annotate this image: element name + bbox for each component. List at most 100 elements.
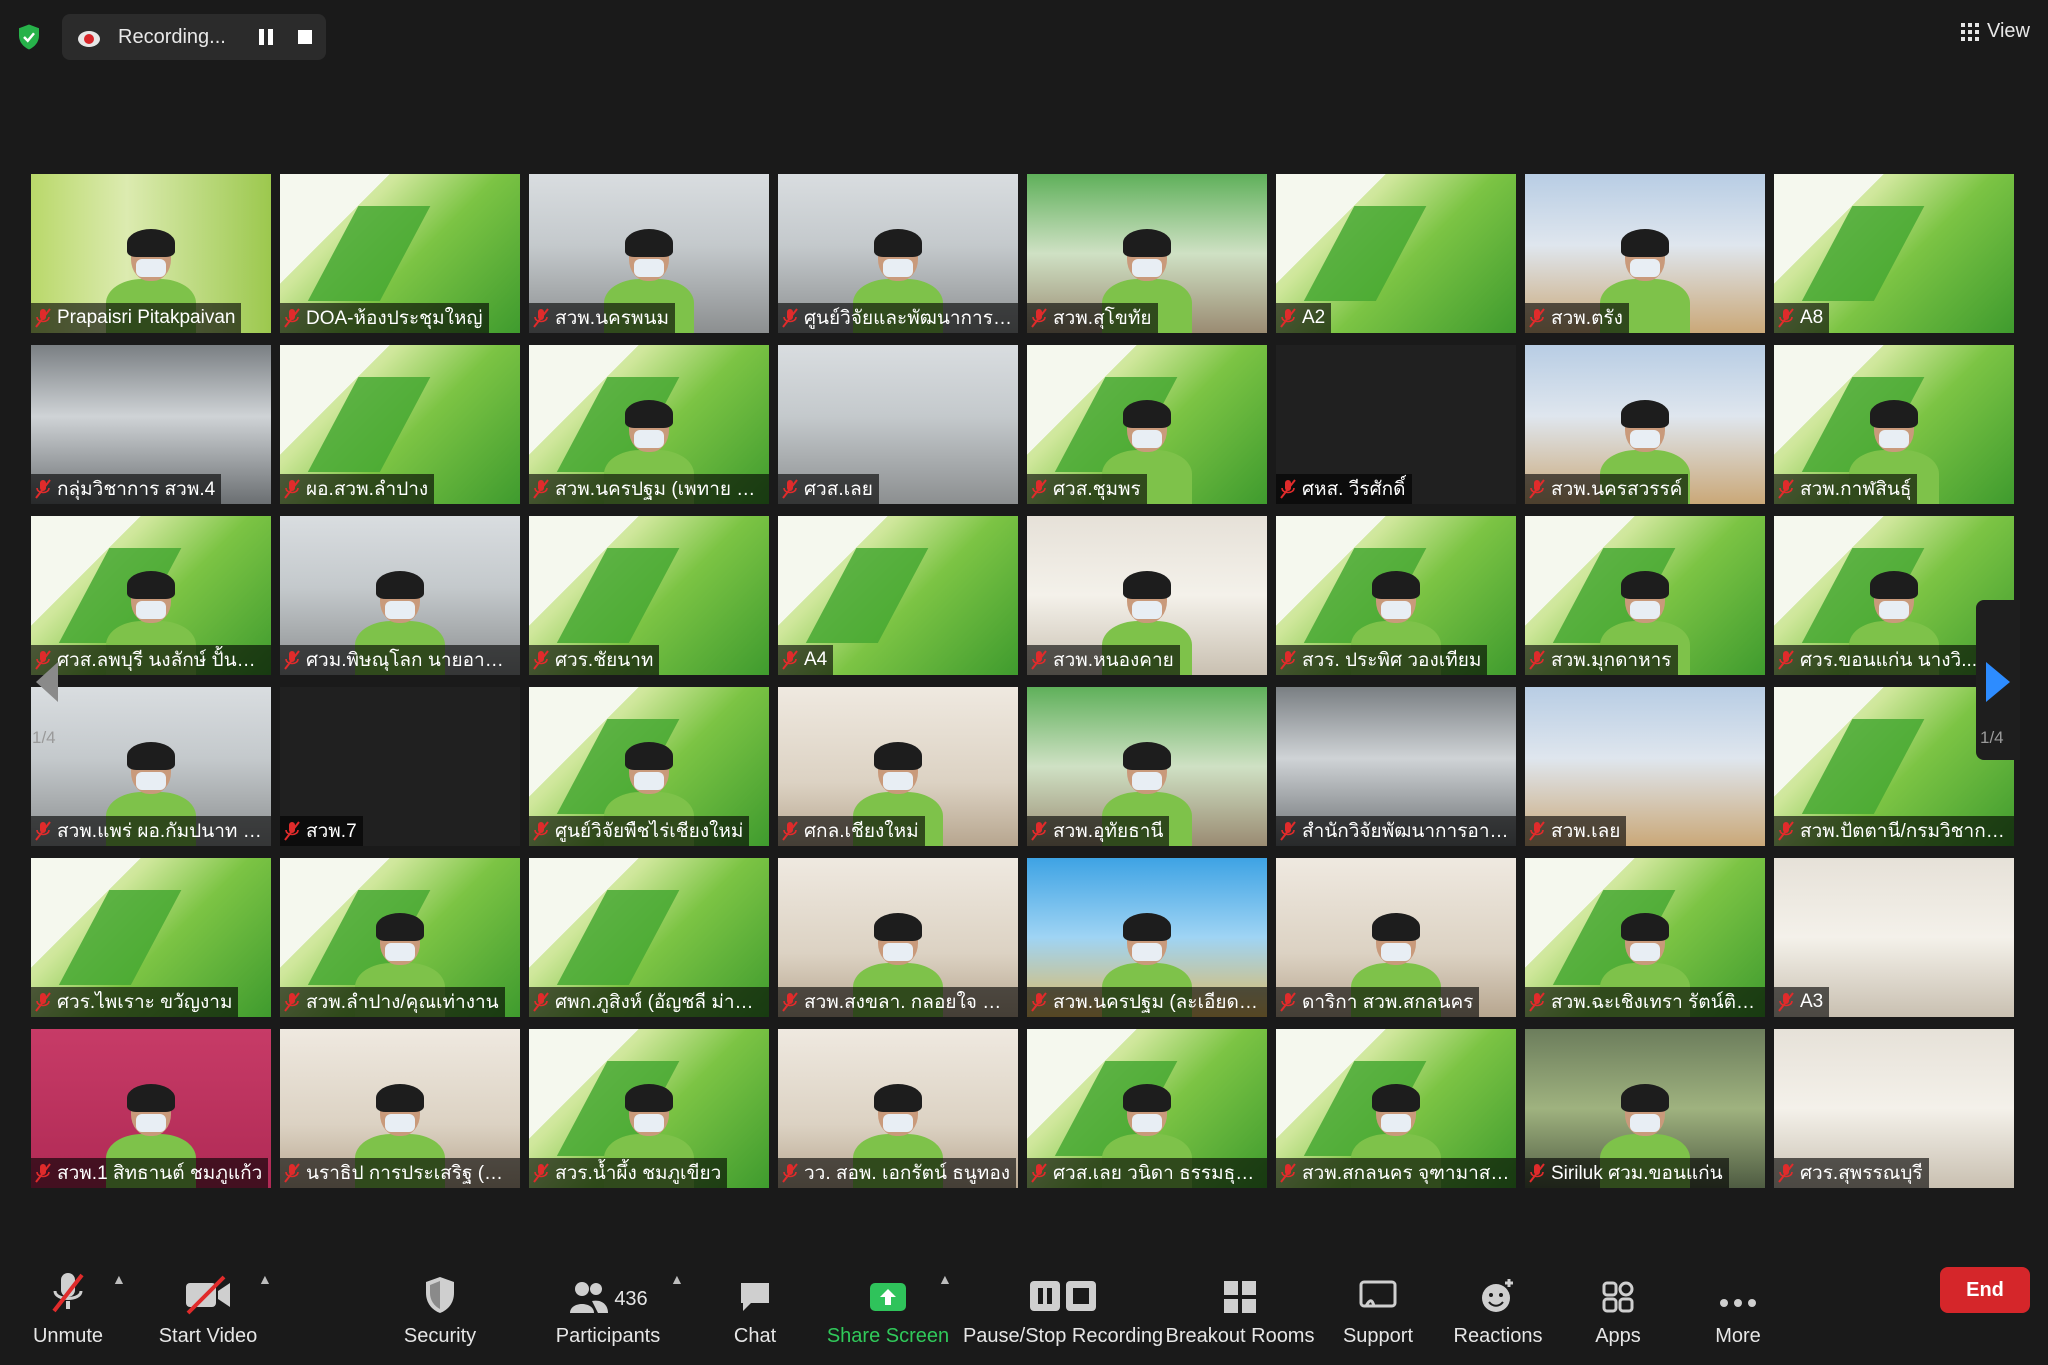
pause-recording-icon[interactable] (256, 27, 276, 47)
unmute-label: Unmute (32, 1325, 104, 1347)
start-video-button[interactable]: Start Video (158, 1245, 258, 1365)
participant-video-tile[interactable]: สวร.น้ำผึ้ง ชมภูเขียว (529, 1029, 769, 1188)
chat-button[interactable]: Chat (715, 1245, 795, 1365)
apps-button[interactable]: Apps (1584, 1245, 1652, 1365)
participant-video-tile[interactable]: สวพ.7 (280, 687, 520, 846)
participant-name: ศวม.พิษณุโลก นายอานน... (306, 650, 514, 671)
participant-video-tile[interactable]: A2 (1276, 174, 1516, 333)
share-options-caret-icon[interactable]: ▲ (938, 1271, 952, 1287)
participant-video-tile[interactable]: สวพ.สงขลา. กลอยใจ คงจิ... (778, 858, 1018, 1017)
video-options-caret-icon[interactable]: ▲ (258, 1271, 272, 1287)
participant-video-tile[interactable]: สวพ.นครสวรรค์ (1525, 345, 1765, 504)
participant-video-tile[interactable]: สวพ.ฉะเชิงเทรา รัตน์ติยา ... (1525, 858, 1765, 1017)
recording-cloud-icon (78, 31, 100, 47)
participant-video-tile[interactable]: วว. สอพ. เอกรัตน์ ธนูทอง (778, 1029, 1018, 1188)
participant-video-tile[interactable]: สวพ.กาฬสินธุ์ (1774, 345, 2014, 504)
meeting-toolbar: Unmute ▲ Start Video ▲ Security 436 Part… (0, 1245, 2048, 1365)
participant-name-label: สวพ.แพร่ ผอ.กัมปนาท บุ... (31, 816, 271, 846)
audio-options-caret-icon[interactable]: ▲ (112, 1271, 126, 1287)
participant-video-tile[interactable]: ผอ.สวพ.ลำปาง (280, 345, 520, 504)
participant-video-tile[interactable]: ศวร.ไพเราะ ขวัญงาม (31, 858, 271, 1017)
security-button[interactable]: Security (390, 1245, 490, 1365)
participant-video-tile[interactable]: สวพ.นครปฐม (เพทาย กา... (529, 345, 769, 504)
participant-video-tile[interactable]: ศูนย์วิจัยพืชไร่เชียงใหม่ (529, 687, 769, 846)
participant-video-tile[interactable]: สวพ.1 สิทธานต์ ชมภูแก้ว (31, 1029, 271, 1188)
participant-video-tile[interactable]: สวพ.อุทัยธานี (1027, 687, 1267, 846)
participant-video-tile[interactable]: ศพก.ภูสิงห์ (อัญชลี ม่าน... (529, 858, 769, 1017)
participant-video-tile[interactable]: ศวร.ชัยนาท (529, 516, 769, 675)
participant-name: ศวร.ไพเราะ ขวัญงาม (57, 992, 233, 1013)
participant-name-label: สวพ.นครปฐม (เพทาย กา... (529, 474, 769, 504)
participant-video-tile[interactable]: สวพ.สุโขทัย (1027, 174, 1267, 333)
participant-video-tile[interactable]: สวพ.สกลนคร จุฑามาส ส... (1276, 1029, 1516, 1188)
reactions-label: Reactions (1453, 1325, 1543, 1347)
participant-name: วว. สอพ. เอกรัตน์ ธนูทอง (804, 1163, 1011, 1184)
participant-video-tile[interactable]: กลุ่มวิชาการ สวพ.4 (31, 345, 271, 504)
participant-video-tile[interactable]: ศหส. วีรศักดิ์ (1276, 345, 1516, 504)
muted-mic-icon (1529, 992, 1545, 1012)
participant-video-tile[interactable]: Siriluk ศวม.ขอนแก่น (1525, 1029, 1765, 1188)
stop-recording-icon[interactable] (296, 28, 314, 46)
participant-video-tile[interactable]: ศกล.เชียงใหม่ (778, 687, 1018, 846)
participant-video-tile[interactable]: A8 (1774, 174, 2014, 333)
participant-name: สำนักวิจัยพัฒนาการอารั... (1302, 821, 1510, 842)
participant-name-label: นราธิป การประเสริฐ (กผ... (280, 1158, 520, 1188)
participant-name: ศวส.เลย วนิดา ธรรมธุระส... (1053, 1163, 1261, 1184)
unmute-button[interactable]: Unmute (28, 1245, 108, 1365)
participant-video-tile[interactable]: ศูนย์วิจัยและพัฒนาการเก... (778, 174, 1018, 333)
participant-video-tile[interactable]: สวพ.ลำปาง/คุณเท่างาน (280, 858, 520, 1017)
participant-name: ศวร.สุพรรณบุรี (1800, 1163, 1923, 1184)
participants-options-caret-icon[interactable]: ▲ (670, 1271, 684, 1287)
participant-name-label: สวพ.เลย (1525, 816, 1627, 846)
participant-video-tile[interactable]: สวร. ประพิศ วองเทียม (1276, 516, 1516, 675)
muted-mic-icon (1529, 821, 1545, 841)
participant-name: สวพ.ตรัง (1551, 308, 1623, 329)
participant-name-label: สวพ.สุโขทัย (1027, 303, 1158, 333)
participant-video-tile[interactable]: DOA-ห้องประชุมใหญ่ (280, 174, 520, 333)
participant-video-tile[interactable]: ศวร.สุพรรณบุรี (1774, 1029, 2014, 1188)
participant-name: สวพ.ลำปาง/คุณเท่างาน (306, 992, 499, 1013)
muted-mic-icon (284, 821, 300, 841)
participant-name: สวพ.นครปฐม (ละเอียด ปั้... (1053, 992, 1261, 1013)
reactions-button[interactable]: Reactions (1448, 1245, 1548, 1365)
participant-video-tile[interactable]: ดาริกา สวพ.สกลนคร (1276, 858, 1516, 1017)
participant-name: ศูนย์วิจัยพืชไร่เชียงใหม่ (555, 821, 744, 842)
participant-video-tile[interactable]: ศวม.พิษณุโลก นายอานน... (280, 516, 520, 675)
support-button[interactable]: Support (1336, 1245, 1420, 1365)
participant-video-tile[interactable]: ศวส.เลย (778, 345, 1018, 504)
next-page-button[interactable]: 1/4 (1976, 600, 2020, 760)
participant-video-tile[interactable]: ศวส.เลย วนิดา ธรรมธุระส... (1027, 1029, 1267, 1188)
previous-page-button[interactable]: 1/4 (28, 600, 72, 760)
more-button[interactable]: More (1700, 1245, 1776, 1365)
muted-mic-icon (1031, 1163, 1047, 1183)
participant-name-label: สวพ.กาฬสินธุ์ (1774, 474, 1918, 504)
reactions-smiley-icon (1482, 1279, 1513, 1312)
participants-button[interactable]: 436 Participants (548, 1245, 668, 1365)
participant-video-tile[interactable]: สวพ.เลย (1525, 687, 1765, 846)
participant-video-tile[interactable]: สวพ.นครปฐม (ละเอียด ปั้... (1027, 858, 1267, 1017)
participant-name: ศวส.ลพบุรี นงลักษ์ ปั้นลาย (57, 650, 265, 671)
participant-name: A2 (1302, 307, 1326, 328)
participant-name: สวพ.นครปฐม (เพทาย กา... (555, 479, 763, 500)
share-screen-button[interactable]: Share Screen (826, 1245, 950, 1365)
participant-name-label: สวพ.อุทัยธานี (1027, 816, 1170, 846)
participant-video-tile[interactable]: สำนักวิจัยพัฒนาการอารั... (1276, 687, 1516, 846)
participant-name: สวพ.เลย (1551, 821, 1621, 842)
breakout-rooms-button[interactable]: Breakout Rooms (1166, 1245, 1314, 1365)
participant-video-tile[interactable]: สวพ.ตรัง (1525, 174, 1765, 333)
participant-video-tile[interactable]: A3 (1774, 858, 2014, 1017)
muted-mic-icon (533, 308, 549, 328)
pause-stop-icon (1030, 1281, 1096, 1311)
end-meeting-button[interactable]: End (1940, 1267, 2030, 1313)
participant-video-tile[interactable]: สวพ.หนองคาย (1027, 516, 1267, 675)
participant-name-label: ศวร.ขอนแก่น นางวิ... (1774, 645, 1984, 675)
participant-video-tile[interactable]: นราธิป การประเสริฐ (กผ... (280, 1029, 520, 1188)
participant-video-tile[interactable]: สวพ.นครพนม (529, 174, 769, 333)
security-shield-icon[interactable] (14, 22, 44, 52)
participant-video-tile[interactable]: สวพ.มุกดาหาร (1525, 516, 1765, 675)
participant-video-tile[interactable]: A4 (778, 516, 1018, 675)
participant-video-tile[interactable]: Prapaisri Pitakpaivan (31, 174, 271, 333)
pause-stop-recording-button[interactable]: Pause/Stop Recording (963, 1245, 1163, 1365)
view-button[interactable]: View (1961, 20, 2030, 43)
participant-video-tile[interactable]: ศวส.ชุมพร (1027, 345, 1267, 504)
